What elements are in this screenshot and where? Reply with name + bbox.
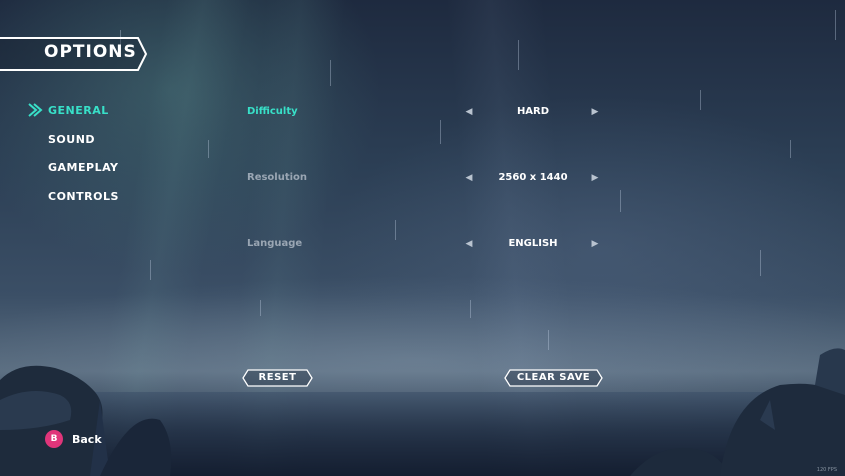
- setting-value-difficulty: HARD: [516, 106, 550, 117]
- left-arrow-icon[interactable]: ◀: [463, 237, 475, 251]
- setting-label-resolution: Resolution: [247, 172, 308, 183]
- back-label: Back: [72, 433, 102, 446]
- setting-label-difficulty: Difficulty: [247, 106, 298, 117]
- nav-item-gameplay[interactable]: GAMEPLAY: [48, 161, 119, 174]
- nav-item-sound[interactable]: SOUND: [48, 133, 95, 146]
- right-arrow-icon[interactable]: ▶: [589, 171, 601, 185]
- left-arrow-icon[interactable]: ◀: [463, 171, 475, 185]
- nav-item-general[interactable]: GENERAL: [48, 104, 109, 117]
- reset-button[interactable]: RESET: [242, 369, 313, 387]
- page-title: OPTIONS: [44, 42, 137, 62]
- reset-button-label: RESET: [258, 372, 297, 383]
- right-arrow-icon[interactable]: ▶: [589, 105, 601, 119]
- clear-save-button[interactable]: CLEAR SAVE: [504, 369, 603, 387]
- left-arrow-icon[interactable]: ◀: [463, 105, 475, 119]
- setting-label-language: Language: [247, 238, 303, 249]
- selection-arrow-icon: [28, 103, 43, 117]
- right-arrow-icon[interactable]: ▶: [589, 237, 601, 251]
- b-button-icon: B: [45, 430, 63, 448]
- nav-item-controls[interactable]: CONTROLS: [48, 190, 119, 203]
- clear-save-button-label: CLEAR SAVE: [516, 372, 591, 383]
- fps-counter: 120 FPS: [816, 467, 837, 473]
- setting-value-language: ENGLISH: [508, 238, 558, 249]
- setting-value-resolution: 2560 x 1440: [498, 172, 568, 183]
